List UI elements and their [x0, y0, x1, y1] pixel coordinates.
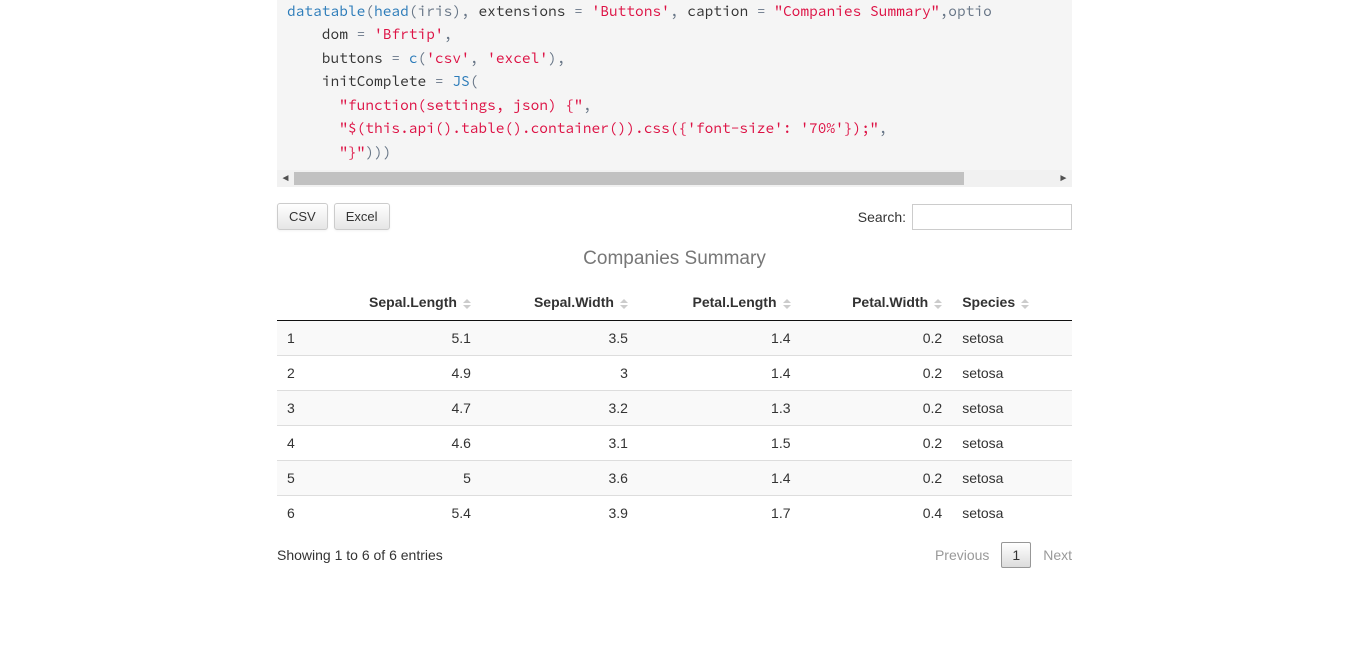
- cell: 5.4: [313, 496, 481, 531]
- cell: 1.4: [638, 461, 801, 496]
- page-button-1[interactable]: 1: [1001, 542, 1031, 568]
- cell: 1.4: [638, 321, 801, 356]
- cell: 4.7: [313, 391, 481, 426]
- cell: 1.4: [638, 356, 801, 391]
- excel-button[interactable]: Excel: [334, 203, 390, 230]
- cell: setosa: [952, 356, 1072, 391]
- cell: 3: [481, 356, 638, 391]
- column-header-petal-length[interactable]: Petal.Length: [638, 284, 801, 321]
- row-index: 4: [277, 426, 313, 461]
- cell: 4.9: [313, 356, 481, 391]
- table-row: 34.73.21.30.2setosa: [277, 391, 1072, 426]
- cell: 5.1: [313, 321, 481, 356]
- cell: 1.7: [638, 496, 801, 531]
- entries-info: Showing 1 to 6 of 6 entries: [277, 547, 443, 563]
- cell: 4.6: [313, 426, 481, 461]
- cell: 1.5: [638, 426, 801, 461]
- cell: 3.6: [481, 461, 638, 496]
- sort-icon: [620, 299, 628, 309]
- column-header-species[interactable]: Species: [952, 284, 1072, 321]
- previous-button[interactable]: Previous: [935, 547, 989, 563]
- row-index: 2: [277, 356, 313, 391]
- cell: setosa: [952, 321, 1072, 356]
- scrollbar-thumb[interactable]: [294, 172, 964, 185]
- search-label: Search:: [858, 209, 906, 225]
- table-caption: Companies Summary: [277, 248, 1072, 270]
- cell: 0.2: [801, 391, 953, 426]
- cell: 0.2: [801, 356, 953, 391]
- row-index: 3: [277, 391, 313, 426]
- sort-icon: [1021, 299, 1029, 309]
- sort-icon: [463, 299, 471, 309]
- search-input[interactable]: [912, 204, 1072, 230]
- table-row: 15.13.51.40.2setosa: [277, 321, 1072, 356]
- cell: 3.5: [481, 321, 638, 356]
- cell: 3.9: [481, 496, 638, 531]
- row-index: 6: [277, 496, 313, 531]
- table-row: 44.63.11.50.2setosa: [277, 426, 1072, 461]
- cell: setosa: [952, 461, 1072, 496]
- sort-icon: [783, 299, 791, 309]
- row-index: 1: [277, 321, 313, 356]
- cell: 3.2: [481, 391, 638, 426]
- cell: 0.2: [801, 321, 953, 356]
- sort-icon: [934, 299, 942, 309]
- cell: setosa: [952, 426, 1072, 461]
- table-row: 65.43.91.70.4setosa: [277, 496, 1072, 531]
- cell: 5: [313, 461, 481, 496]
- column-header-index[interactable]: [277, 284, 313, 321]
- horizontal-scrollbar[interactable]: ◄ ►: [277, 170, 1072, 187]
- cell: 0.2: [801, 461, 953, 496]
- code-block: datatable(head(iris), extensions = 'Butt…: [277, 0, 1072, 170]
- column-header-sepal-width[interactable]: Sepal.Width: [481, 284, 638, 321]
- column-header-petal-width[interactable]: Petal.Width: [801, 284, 953, 321]
- table-row: 24.931.40.2setosa: [277, 356, 1072, 391]
- cell: setosa: [952, 496, 1072, 531]
- csv-button[interactable]: CSV: [277, 203, 328, 230]
- scroll-right-icon[interactable]: ►: [1055, 170, 1072, 187]
- cell: 0.2: [801, 426, 953, 461]
- column-header-sepal-length[interactable]: Sepal.Length: [313, 284, 481, 321]
- scroll-left-icon[interactable]: ◄: [277, 170, 294, 187]
- data-table: Sepal.Length Sepal.Width Petal.Length Pe…: [277, 284, 1072, 530]
- cell: setosa: [952, 391, 1072, 426]
- cell: 0.4: [801, 496, 953, 531]
- cell: 1.3: [638, 391, 801, 426]
- cell: 3.1: [481, 426, 638, 461]
- next-button[interactable]: Next: [1043, 547, 1072, 563]
- row-index: 5: [277, 461, 313, 496]
- table-row: 553.61.40.2setosa: [277, 461, 1072, 496]
